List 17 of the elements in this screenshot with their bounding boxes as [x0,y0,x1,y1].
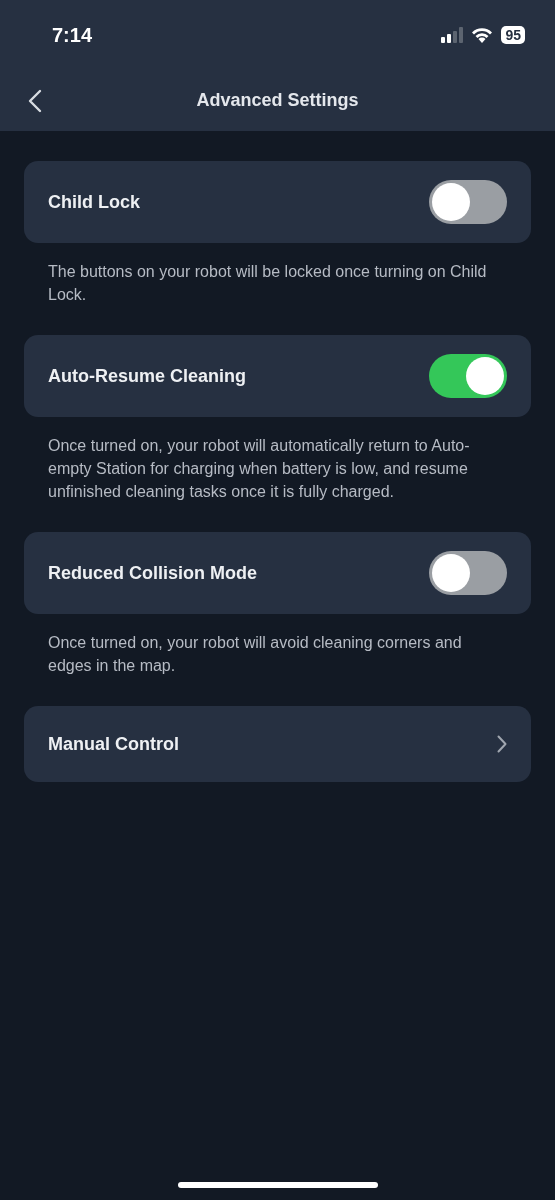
setting-description: The buttons on your robot will be locked once turning on Child Lock. [47,262,488,305]
setting-description: Once turned on, your robot will avoid cleaning corners and edges in the map. [47,633,463,676]
battery-level: 95 [501,26,525,44]
setting-label: Reduced Collision Mode [48,562,257,584]
wifi-icon [471,27,494,43]
setting-label: Child Lock [48,191,140,213]
status-time: 7:14 [52,23,93,47]
setting-description: Once turned on, your robot will automatically return to Auto-empty Station for charging when battery is low, and resume unfinished cleaning tasks once it is fully charged. [47,436,471,502]
manual-control-row[interactable]: Manual Control [24,706,531,782]
setting-label: Manual Control [48,733,179,755]
setting-label: Auto-Resume Cleaning [48,365,247,387]
page-title: Advanced Settings [196,90,359,111]
signal-icon [441,27,464,43]
chevron-right-icon [497,735,507,753]
toggle-switch[interactable] [429,180,507,224]
toggle-switch[interactable] [429,354,507,398]
toggle-switch[interactable] [429,551,507,595]
